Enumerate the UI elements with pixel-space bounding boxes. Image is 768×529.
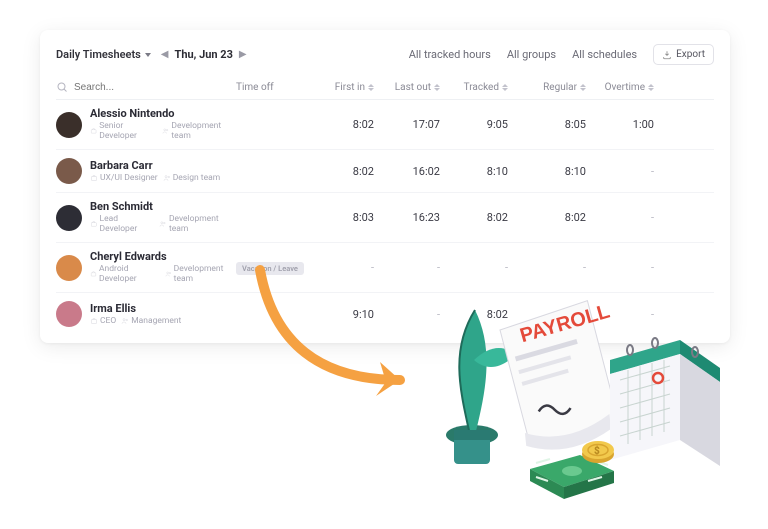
cell-regular: 8:10 xyxy=(508,165,586,178)
person-cell: Cheryl EdwardsAndroid DeveloperDevelopme… xyxy=(56,251,236,284)
person-meta: Android DeveloperDevelopment team xyxy=(90,264,236,284)
briefcase-icon xyxy=(90,127,97,135)
search-icon xyxy=(56,81,68,93)
person-team: Development team xyxy=(159,214,236,234)
person-cell: Irma EllisCEO Management xyxy=(56,301,236,327)
person-cell: Barbara CarrUX/UI Designer Design team xyxy=(56,158,236,184)
sort-icon xyxy=(648,84,654,91)
person-role: Senior Developer xyxy=(90,121,157,141)
cell-lastout: - xyxy=(374,261,440,274)
briefcase-icon xyxy=(90,317,98,325)
filter-groups[interactable]: All groups xyxy=(507,48,560,61)
avatar xyxy=(56,205,82,231)
cell-overtime: - xyxy=(586,261,654,274)
current-date: Thu, Jun 23 xyxy=(175,48,233,61)
cell-firstin: 9:10 xyxy=(306,308,374,321)
cell-regular: 8:02 xyxy=(508,308,586,321)
col-overtime[interactable]: Overtime xyxy=(586,82,654,93)
table-row[interactable]: Barbara CarrUX/UI Designer Design team 8:0… xyxy=(56,150,714,193)
cell-lastout: 16:02 xyxy=(374,165,440,178)
cell-lastout: - xyxy=(374,308,440,321)
prev-day-button[interactable]: ◀ xyxy=(161,49,169,60)
col-timeoff: Time off xyxy=(236,82,306,93)
person-name: Irma Ellis xyxy=(90,303,181,315)
table-row[interactable]: Irma EllisCEOManagement9:10-8:028:02- xyxy=(56,293,714,335)
chevron-down-icon xyxy=(145,53,151,57)
person-role: CEO xyxy=(90,316,116,326)
person-name: Alessio Nintendo xyxy=(90,108,236,120)
table-row[interactable]: Ben SchmidtLead DeveloperDevelopment tea… xyxy=(56,193,714,243)
person-team: Development team xyxy=(165,264,236,284)
download-icon xyxy=(662,50,672,60)
person-role: UX/UI Designer xyxy=(90,173,158,183)
timeoff-badge: Vacation / Leave xyxy=(236,262,304,275)
cell-tracked: 9:05 xyxy=(440,118,508,131)
users-icon xyxy=(159,220,167,228)
cell-firstin: 8:02 xyxy=(306,165,374,178)
cell-regular: 8:02 xyxy=(508,211,586,224)
cell-firstin: - xyxy=(306,261,374,274)
search-input[interactable] xyxy=(74,82,194,93)
briefcase-icon xyxy=(90,220,98,228)
filter-hours[interactable]: All tracked hours xyxy=(409,48,495,61)
cell-tracked: 8:02 xyxy=(440,308,508,321)
briefcase-icon xyxy=(90,270,97,278)
cell-overtime: - xyxy=(586,308,654,321)
cell-firstin: 8:03 xyxy=(306,211,374,224)
person-role: Android Developer xyxy=(90,264,160,284)
users-icon xyxy=(121,317,129,325)
date-navigator: ◀ Thu, Jun 23 ▶ xyxy=(161,48,247,61)
avatar xyxy=(56,301,82,327)
filter-schedules[interactable]: All schedules xyxy=(572,48,641,61)
cell-firstin: 8:02 xyxy=(306,118,374,131)
table-body: Alessio NintendoSenior DeveloperDevelopm… xyxy=(56,100,714,335)
table-row[interactable]: Alessio NintendoSenior DeveloperDevelopm… xyxy=(56,100,714,150)
cell-overtime: 1:00 xyxy=(586,118,654,131)
toolbar: Daily Timesheets ◀ Thu, Jun 23 ▶ All tra… xyxy=(56,44,714,65)
avatar xyxy=(56,158,82,184)
cell-tracked: 8:02 xyxy=(440,211,508,224)
next-day-button[interactable]: ▶ xyxy=(239,49,247,60)
person-team: Design team xyxy=(163,173,220,183)
person-meta: UX/UI Designer Design team xyxy=(90,173,220,183)
export-button[interactable]: Export xyxy=(653,44,714,65)
cell-overtime: - xyxy=(586,165,654,178)
view-dropdown[interactable]: Daily Timesheets xyxy=(56,48,151,61)
users-icon xyxy=(165,270,172,278)
person-meta: Lead DeveloperDevelopment team xyxy=(90,214,236,234)
cell-overtime: - xyxy=(586,211,654,224)
person-team: Management xyxy=(121,316,181,326)
person-role: Lead Developer xyxy=(90,214,154,234)
person-cell: Alessio NintendoSenior DeveloperDevelopm… xyxy=(56,108,236,141)
col-lastout[interactable]: Last out xyxy=(374,82,440,93)
timesheet-card: Daily Timesheets ◀ Thu, Jun 23 ▶ All tra… xyxy=(40,30,730,343)
person-meta: Senior DeveloperDevelopment team xyxy=(90,121,236,141)
table-row[interactable]: Cheryl EdwardsAndroid DeveloperDevelopme… xyxy=(56,243,714,293)
cell-regular: 8:05 xyxy=(508,118,586,131)
col-tracked[interactable]: Tracked xyxy=(440,82,508,93)
col-firstin[interactable]: First in xyxy=(306,82,374,93)
person-name: Barbara Carr xyxy=(90,160,220,172)
users-icon xyxy=(162,127,169,135)
briefcase-icon xyxy=(90,174,98,182)
cell-lastout: 16:23 xyxy=(374,211,440,224)
search-box[interactable] xyxy=(56,81,236,93)
header-row: Time off First in Last out Tracked Regul… xyxy=(56,75,714,100)
avatar xyxy=(56,112,82,138)
view-label: Daily Timesheets xyxy=(56,48,141,61)
users-icon xyxy=(163,174,171,182)
person-cell: Ben SchmidtLead DeveloperDevelopment tea… xyxy=(56,201,236,234)
avatar xyxy=(56,255,82,281)
person-name: Ben Schmidt xyxy=(90,201,236,213)
cell-tracked: - xyxy=(440,261,508,274)
person-team: Development team xyxy=(162,121,236,141)
cell-tracked: 8:10 xyxy=(440,165,508,178)
svg-text:$: $ xyxy=(594,444,600,457)
person-name: Cheryl Edwards xyxy=(90,251,236,263)
cell-regular: - xyxy=(508,261,586,274)
cell-lastout: 17:07 xyxy=(374,118,440,131)
person-meta: CEO Management xyxy=(90,316,181,326)
col-regular[interactable]: Regular xyxy=(508,82,586,93)
cell-timeoff: Vacation / Leave xyxy=(236,261,306,275)
